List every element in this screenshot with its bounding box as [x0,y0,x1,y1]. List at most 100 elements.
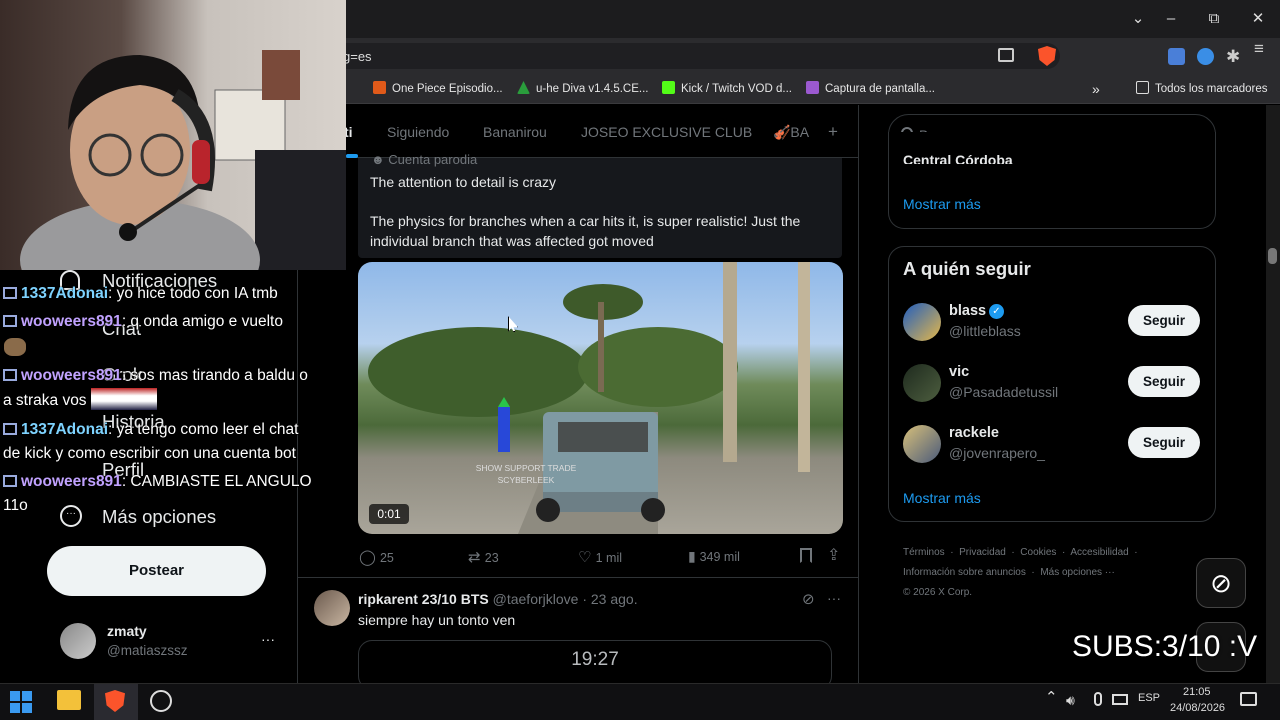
footer-copyright: © 2026 X Corp. [903,587,973,598]
webcam-image [20,50,346,270]
reply-icon: ◯ [359,549,380,566]
post2-text: siempre hay un tonto ven [358,612,516,628]
account-menu-icon[interactable]: ··· [261,631,275,647]
post-text-line2: The physics for branches when a car hits… [370,213,801,249]
suggestion-handle: @Pasadadetussil [949,384,1059,400]
scrollbar[interactable] [1266,105,1280,683]
footer-cookies-link[interactable]: Cookies [1020,547,1056,558]
parody-text: Cuenta parodia [388,152,478,167]
show-more-trends-link[interactable]: Mostrar más [903,196,981,212]
post2-handle[interactable]: @taeforjklove [493,591,579,607]
windows-start-icon[interactable] [10,691,32,713]
cast-icon[interactable] [998,48,1014,62]
menu-icon[interactable]: ≡ [1254,40,1264,57]
tab-bananirou[interactable]: Bananirou [483,124,547,140]
avatar[interactable] [903,364,941,402]
url-field[interactable] [300,43,1060,69]
footer-terms-link[interactable]: Términos [903,547,945,558]
bookmark-label: u-he Diva v1.4.5.CE... [536,83,649,95]
reply-button[interactable]: ◯ 25 [359,548,394,566]
footer-privacy-link[interactable]: Privacidad [959,547,1006,558]
trend-name[interactable]: Central Córdoba [903,152,1013,164]
more-options-icon[interactable]: ··· [827,590,841,606]
views-count: 349 mil [699,550,740,564]
microphone-icon[interactable] [1094,692,1102,706]
follow-button[interactable]: Seguir [1128,305,1200,336]
video-scene-image [368,262,810,534]
language-indicator[interactable]: ESP [1138,692,1160,704]
bookmark-one-piece[interactable]: One Piece Episodio... [373,80,503,98]
bookmark-kick[interactable]: Kick / Twitch VOD d... [662,80,792,98]
bookmark-captura[interactable]: Captura de pantalla... [806,80,935,98]
footer-links: Términos · Privacidad · Cookies · Accesi… [903,547,1138,598]
avatar[interactable] [60,623,96,659]
chat-text: : sos mas tirando a baldu o [121,367,308,384]
obs-icon[interactable] [150,690,172,712]
add-tab-button[interactable]: + [828,122,838,142]
avatar[interactable] [903,425,941,463]
extensions-puzzle-icon[interactable]: ✱ [1226,47,1240,67]
suggestion-name: vic [949,364,970,380]
bookmark-favicon-icon [806,81,819,94]
who-to-follow-title: A quién seguir [903,258,1031,279]
minimize-button[interactable]: – [1160,8,1182,30]
heart-icon: ♡ [578,549,596,566]
tab-search-chevron-icon[interactable]: ⌄ [1127,8,1149,30]
chat-text: a straka vos [3,392,87,409]
account-name[interactable]: zmaty [107,623,147,639]
post2-author[interactable]: ripkarent 23/10 BTS [358,591,489,607]
chat-text: : yo hice todo con IA tmb [108,285,278,302]
post-video[interactable] [358,262,843,534]
grok-float-icon[interactable]: ⊘ [1196,558,1246,608]
avatar[interactable] [314,590,350,626]
footer-accessibility-link[interactable]: Accesibilidad [1070,547,1128,558]
chat-text: de kick y como escribir con una cuenta b… [3,445,296,462]
scrollbar-thumb[interactable] [1268,248,1277,264]
chat-text: 11o [3,497,28,514]
clock-time[interactable]: 21:05 [1183,686,1211,698]
tab-siguiendo[interactable]: Siguiendo [387,124,449,140]
parody-icon: ☻ [371,152,389,167]
footer-more-link[interactable]: Más opciones ··· [1040,567,1114,578]
post-separator [298,577,858,578]
more-bookmarks-chevron-icon[interactable]: » [1092,80,1100,98]
account-handle[interactable]: @matiaszssz [107,643,187,658]
chat-message-continuation: de kick y como escribir con una cuenta b… [3,442,343,466]
volume-icon[interactable]: 🔊︎ [1066,692,1075,709]
footer-ads-link[interactable]: Información sobre anuncios [903,567,1026,578]
clock-date[interactable]: 24/08/2026 [1170,702,1225,714]
repost-count: 23 [484,551,499,565]
avatar[interactable] [903,303,941,341]
follow-button[interactable]: Seguir [1128,366,1200,397]
taskbar [0,683,1280,720]
repost-button[interactable]: ⇄ 23 [468,548,499,566]
file-explorer-icon[interactable] [57,690,81,710]
extension-icon[interactable] [1197,48,1214,65]
restore-button[interactable]: ⧉ [1203,8,1225,30]
tab-ba[interactable]: 🎻BA [773,124,809,141]
share-icon[interactable]: ⇪ [827,545,840,565]
reply-count: 25 [379,551,394,565]
tray-chevron-icon[interactable]: ⌃ [1045,688,1058,706]
views-button[interactable]: ▮ 349 mil [688,548,740,565]
repost-icon: ⇄ [468,549,485,566]
show-more-follow-link[interactable]: Mostrar más [903,490,981,506]
bookmark-favicon-icon [662,81,675,94]
close-window-button[interactable]: ✕ [1247,8,1269,30]
chat-message: 1337Adonai: ya tengo como leer el chat [3,418,343,442]
like-count: 1 mil [595,551,623,565]
all-bookmarks[interactable]: Todos los marcadores [1136,80,1268,98]
chat-username: 1337Adonai [21,285,109,302]
like-button[interactable]: ♡ 1 mil [578,548,622,566]
translate-icon[interactable] [1168,48,1185,65]
chat-emote-icon [4,338,26,356]
chat-message: wooweers891: CAMBIASTE EL ANGULO [3,470,343,494]
grok-icon[interactable]: ⊘ [802,590,815,608]
notifications-icon[interactable] [1240,692,1257,706]
tab-joseo[interactable]: JOSEO EXCLUSIVE CLUB [581,124,752,140]
post2-date[interactable]: · 23 ago. [582,591,637,607]
bookmark-diva[interactable]: u-he Diva v1.4.5.CE... [517,80,649,98]
post-button[interactable]: Postear [47,546,266,596]
follow-button[interactable]: Seguir [1128,427,1200,458]
network-icon[interactable] [1112,694,1128,705]
